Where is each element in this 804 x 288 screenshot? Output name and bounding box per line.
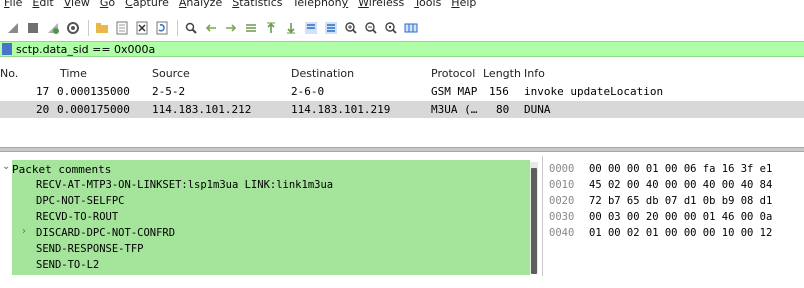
comment-line[interactable]: SEND-RESPONSE-TFP (36, 243, 143, 255)
packet-bytes-pane: 0000 00 00 00 01 00 06 fa 16 3f e1 0010 45… (542, 156, 804, 276)
cell-length: 80 (496, 103, 510, 116)
menu-help[interactable]: Help (447, 0, 482, 9)
hex-bytes[interactable]: 00 00 00 01 00 06 fa 16 3f e1 (589, 163, 772, 175)
options-icon[interactable] (64, 19, 82, 37)
hex-offset: 0010 (549, 179, 575, 191)
hex-row[interactable]: 0030 00 03 00 20 00 00 01 46 00 0a (549, 211, 772, 223)
hex-row[interactable]: 0020 72 b7 65 db 07 d1 0b b9 08 d1 (549, 195, 772, 207)
cell-source: 2-5-2 (152, 85, 186, 98)
hex-offset: 0020 (549, 195, 575, 207)
comment-line[interactable]: RECVD-TO-ROUT (36, 211, 118, 223)
details-scrollbar[interactable] (530, 162, 538, 274)
stop-icon[interactable] (24, 19, 42, 37)
cell-no: 20 (36, 103, 50, 116)
packet-details-pane: ⌄ Packet comments RECV-AT-MTP3-ON-LINKSE… (0, 156, 530, 276)
cell-info: invoke updateLocation (524, 85, 664, 98)
autoscroll-icon[interactable] (302, 19, 320, 37)
menu-go[interactable]: Go (96, 0, 121, 9)
table-row-selected[interactable]: 20 0.000175000 114.183.101.212 114.183.1… (0, 101, 804, 118)
menu-capture[interactable]: Capture (121, 0, 175, 9)
goto-icon[interactable] (242, 19, 260, 37)
menu-telephony[interactable]: Telephony (289, 0, 355, 9)
cell-destination: 114.183.101.219 (291, 103, 391, 116)
comment-line[interactable]: RECV-AT-MTP3-ON-LINKSET:lsp1m3ua LINK:li… (36, 179, 333, 191)
hex-row[interactable]: 0000 00 00 00 01 00 06 fa 16 3f e1 (549, 163, 772, 175)
bookmark-icon[interactable] (2, 43, 12, 55)
reload-icon[interactable] (153, 19, 171, 37)
menu-tools[interactable]: Tools (410, 0, 447, 9)
shark-fin-icon[interactable] (4, 19, 22, 37)
packet-list-header: No. Time Source Destination Protocol Len… (0, 64, 804, 82)
pane-splitter[interactable] (0, 147, 804, 152)
resize-columns-icon[interactable] (402, 19, 420, 37)
collapse-arrow-icon[interactable]: ⌄ (2, 161, 10, 172)
colorize-icon[interactable] (322, 19, 340, 37)
table-row[interactable]: 17 0.000135000 2-5-2 2-6-0 GSM MAP 156 i… (0, 83, 804, 100)
display-filter-input[interactable]: sctp.data_sid == 0x000a (16, 43, 155, 56)
cell-destination: 2-6-0 (291, 85, 325, 98)
zoom-reset-icon[interactable] (382, 19, 400, 37)
menu-wireless[interactable]: Wireless (354, 0, 410, 9)
menu-edit[interactable]: Edit (28, 0, 59, 9)
column-header-length[interactable]: Length (483, 67, 521, 80)
column-header-no[interactable]: No. (0, 67, 18, 80)
cell-time: 0.000135000 (57, 85, 130, 98)
menu-file[interactable]: File (0, 0, 28, 9)
hex-row[interactable]: 0010 45 02 00 40 00 00 40 00 40 84 (549, 179, 772, 191)
hex-offset: 0030 (549, 211, 575, 223)
open-icon[interactable] (93, 19, 111, 37)
first-icon[interactable] (262, 19, 280, 37)
toolbar-separator (88, 20, 89, 36)
hex-bytes[interactable]: 00 03 00 20 00 00 01 46 00 0a (589, 211, 772, 223)
comment-line[interactable]: SEND-TO-L2 (36, 259, 99, 271)
hex-offset: 0000 (549, 163, 575, 175)
back-icon[interactable] (202, 19, 220, 37)
close-file-icon[interactable] (133, 19, 151, 37)
scrollbar-thumb[interactable] (531, 168, 537, 274)
toolbar-separator (177, 20, 178, 36)
save-icon[interactable] (113, 19, 131, 37)
hex-bytes[interactable]: 45 02 00 40 00 00 40 00 40 84 (589, 179, 772, 191)
column-header-source[interactable]: Source (152, 67, 190, 80)
comment-line[interactable]: DISCARD-DPC-NOT-CONFRD (36, 227, 175, 239)
cell-source: 114.183.101.212 (152, 103, 252, 116)
menu-view[interactable]: View (60, 0, 96, 9)
hex-bytes[interactable]: 72 b7 65 db 07 d1 0b b9 08 d1 (589, 195, 772, 207)
menu-analyze[interactable]: Analyze (175, 0, 228, 9)
last-icon[interactable] (282, 19, 300, 37)
forward-icon[interactable] (222, 19, 240, 37)
main-toolbar (0, 16, 804, 40)
zoom-in-icon[interactable] (342, 19, 360, 37)
packet-comments-heading[interactable]: Packet comments (12, 163, 111, 176)
cell-time: 0.000175000 (57, 103, 130, 116)
restart-icon[interactable] (44, 19, 62, 37)
column-header-destination[interactable]: Destination (291, 67, 354, 80)
find-icon[interactable] (182, 19, 200, 37)
hex-offset: 0040 (549, 227, 575, 239)
display-filter-bar[interactable]: sctp.data_sid == 0x000a (0, 41, 804, 57)
expand-arrow-icon[interactable]: › (22, 226, 26, 237)
cell-info: DUNA (524, 103, 551, 116)
column-header-info[interactable]: Info (524, 67, 545, 80)
menu-bar: File Edit View Go Capture Analyze Statis… (0, 0, 804, 16)
comment-line[interactable]: DPC-NOT-SELFPC (36, 195, 125, 207)
column-header-protocol[interactable]: Protocol (431, 67, 475, 80)
hex-row[interactable]: 0040 01 00 02 01 00 00 00 10 00 12 (549, 227, 772, 239)
zoom-out-icon[interactable] (362, 19, 380, 37)
hex-bytes[interactable]: 01 00 02 01 00 00 00 10 00 12 (589, 227, 772, 239)
menu-statistics[interactable]: Statistics (228, 0, 288, 9)
cell-length: 156 (489, 85, 509, 98)
packet-comments-panel[interactable]: Packet comments RECV-AT-MTP3-ON-LINKSET:… (12, 160, 530, 275)
cell-protocol: GSM MAP (431, 85, 478, 98)
cell-no: 17 (36, 85, 50, 98)
cell-protocol: M3UA (… (431, 103, 478, 116)
column-header-time[interactable]: Time (60, 67, 87, 80)
